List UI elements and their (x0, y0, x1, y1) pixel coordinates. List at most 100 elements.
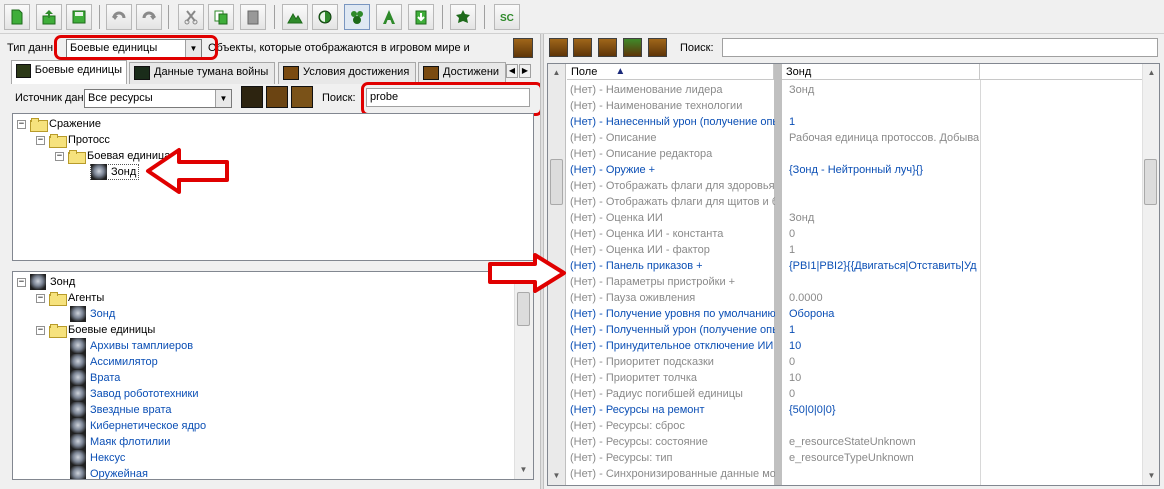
collapse-icon[interactable]: − (17, 119, 26, 129)
property-row[interactable]: (Нет) - Нанесенный урон (получение опы 1 (567, 114, 1145, 130)
property-value[interactable]: e_resourceStateUnknown (783, 436, 979, 448)
collapse-icon[interactable]: − (36, 325, 45, 335)
cut-icon[interactable] (178, 4, 204, 30)
dep-unit[interactable]: Нексус (70, 450, 125, 466)
property-row[interactable]: (Нет) - Параметры пристройки + (567, 274, 1145, 290)
scroll-down-icon[interactable]: ▼ (548, 468, 565, 483)
property-row[interactable]: (Нет) - Ресурсы: состояние e_resourceStat… (567, 434, 1145, 450)
field-raw-icon[interactable] (598, 38, 617, 57)
dep-unit[interactable]: Ассимилятор (70, 354, 158, 370)
property-value[interactable]: Зонд (783, 212, 979, 224)
data-type-dropdown[interactable]: Боевые единицы ▼ (66, 39, 202, 58)
dep-unit[interactable]: Звездные врата (70, 402, 172, 418)
property-value[interactable]: 0 (783, 356, 979, 368)
property-row[interactable]: (Нет) - Описание Рабочая единица протоссо… (567, 130, 1145, 146)
tree-node-probe[interactable]: Зонд (90, 164, 140, 180)
scroll-up-icon[interactable]: ▲ (1143, 65, 1159, 80)
undo-icon[interactable] (106, 4, 132, 30)
field-combined-icon[interactable] (623, 38, 642, 57)
dep-unit[interactable]: Врата (70, 370, 120, 386)
source-dropdown[interactable]: Все ресурсы ▼ (84, 89, 232, 108)
tab-scroll-left-icon[interactable]: ◀ (506, 64, 518, 78)
terrain-icon[interactable] (282, 4, 308, 30)
view-list-icon[interactable] (241, 86, 263, 108)
collapse-icon[interactable]: − (17, 277, 26, 287)
dep-unit[interactable]: Архивы тамплиеров (70, 338, 193, 354)
chevron-down-icon[interactable]: ▼ (185, 40, 201, 57)
dep-unit[interactable]: Кибернетическое ядро (70, 418, 206, 434)
property-row[interactable]: (Нет) - Описание редактора (567, 146, 1145, 162)
property-row[interactable]: (Нет) - Оценка ИИ - фактор 1 (567, 242, 1145, 258)
property-row[interactable]: (Нет) - Ресурсы: сброс (567, 418, 1145, 434)
collapse-icon[interactable]: − (36, 293, 45, 303)
doodad-icon[interactable] (312, 4, 338, 30)
property-value[interactable]: 10 (783, 372, 979, 384)
tab-units[interactable]: Боевые единицы (11, 60, 127, 84)
property-row[interactable]: (Нет) - Приоритет толчка 10 (567, 370, 1145, 386)
property-row[interactable]: (Нет) - Оценка ИИ Зонд (567, 210, 1145, 226)
property-value[interactable]: 1 (783, 116, 979, 128)
field-view-icon[interactable] (549, 38, 568, 57)
property-value[interactable]: Зонд (783, 84, 979, 96)
property-value[interactable]: 0.0000 (783, 292, 979, 304)
new-file-icon[interactable] (4, 4, 30, 30)
view-icons-icon[interactable] (266, 86, 288, 108)
property-value[interactable]: 10 (783, 340, 979, 352)
property-row[interactable]: (Нет) - Оценка ИИ - константа 0 (567, 226, 1145, 242)
dependency-scrollbar[interactable]: ▲ ▼ (514, 272, 533, 479)
property-value[interactable]: e_resourceTypeUnknown (783, 452, 979, 464)
tab-requirements[interactable]: Условия достижения (278, 62, 416, 84)
copy-icon[interactable] (208, 4, 234, 30)
collapse-icon[interactable]: − (36, 135, 45, 145)
scroll-thumb[interactable] (517, 292, 530, 326)
dep-unit[interactable]: Завод робототехники (70, 386, 199, 402)
property-row[interactable]: (Нет) - Пауза оживления 0.0000 (567, 290, 1145, 306)
scroll-up-icon[interactable]: ▲ (548, 65, 565, 80)
property-row[interactable]: (Нет) - Принудительное отключение ИИ 10 (567, 338, 1145, 354)
property-row[interactable]: (Нет) - Отображать флаги для щитов и б (567, 194, 1145, 210)
open-file-icon[interactable] (36, 4, 62, 30)
property-row[interactable]: (Нет) - Получение уровня по умолчанию Обо… (567, 306, 1145, 322)
property-value[interactable]: 0 (783, 388, 979, 400)
property-value[interactable]: 0 (783, 228, 979, 240)
tab-scroll-right-icon[interactable]: ▶ (519, 64, 531, 78)
chevron-down-icon[interactable]: ▼ (215, 90, 231, 107)
scroll-down-icon[interactable]: ▼ (1143, 468, 1159, 483)
tree-node-protoss[interactable]: − Протосс (36, 132, 110, 148)
scroll-thumb[interactable] (550, 159, 563, 205)
column-header-value[interactable]: Зонд (782, 64, 980, 80)
trigger-icon[interactable] (450, 4, 476, 30)
scroll-down-icon[interactable]: ▼ (515, 462, 532, 477)
property-row[interactable]: (Нет) - Ресурсы на ремонт {50|0|0|0} (567, 402, 1145, 418)
field-sort-icon[interactable] (648, 38, 667, 57)
property-row[interactable]: (Нет) - Приоритет подсказки 0 (567, 354, 1145, 370)
property-row[interactable]: (Нет) - Отображать флаги для здоровья (567, 178, 1145, 194)
redo-icon[interactable] (136, 4, 162, 30)
property-row[interactable]: (Нет) - Панель приказов + {PBI1|PBI2}{{Дв… (567, 258, 1145, 274)
collapse-icon[interactable]: − (55, 151, 64, 161)
scroll-thumb[interactable] (1144, 159, 1157, 205)
property-value[interactable]: {Зонд - Нейтронный луч}{} (783, 164, 979, 176)
property-value[interactable]: 1 (783, 324, 979, 336)
paste-icon[interactable] (240, 4, 266, 30)
right-search-input[interactable] (722, 38, 1158, 57)
save-icon[interactable] (66, 4, 92, 30)
property-value[interactable]: {50|0|0|0} (783, 404, 979, 416)
property-row[interactable]: (Нет) - Оружие + {Зонд - Нейтронный луч}{… (567, 162, 1145, 178)
tree-node-battle[interactable]: − Сражение (17, 116, 101, 132)
text-module-icon[interactable] (376, 4, 402, 30)
view-tree-icon[interactable] (291, 86, 313, 108)
object-list-icon[interactable] (513, 38, 533, 58)
tab-achievements[interactable]: Достижени (418, 62, 506, 84)
left-search-input[interactable]: probe (366, 88, 530, 107)
property-row[interactable]: (Нет) - Ресурсы: тип e_resourceTypeUnknow… (567, 450, 1145, 466)
dep-unit[interactable]: Оружейная (70, 466, 148, 479)
tab-fog-data[interactable]: Данные тумана войны (129, 62, 275, 84)
property-row[interactable]: (Нет) - Наименование технологии (567, 98, 1145, 114)
dep-root[interactable]: − Зонд (17, 274, 75, 290)
dep-unit[interactable]: Зонд (70, 306, 115, 322)
data-module-icon[interactable] (344, 4, 370, 30)
property-value[interactable]: Рабочая единица протоссов. Добывае (783, 132, 979, 144)
property-row[interactable]: (Нет) - Наименование лидера Зонд (567, 82, 1145, 98)
script-icon[interactable]: SC (494, 4, 520, 30)
